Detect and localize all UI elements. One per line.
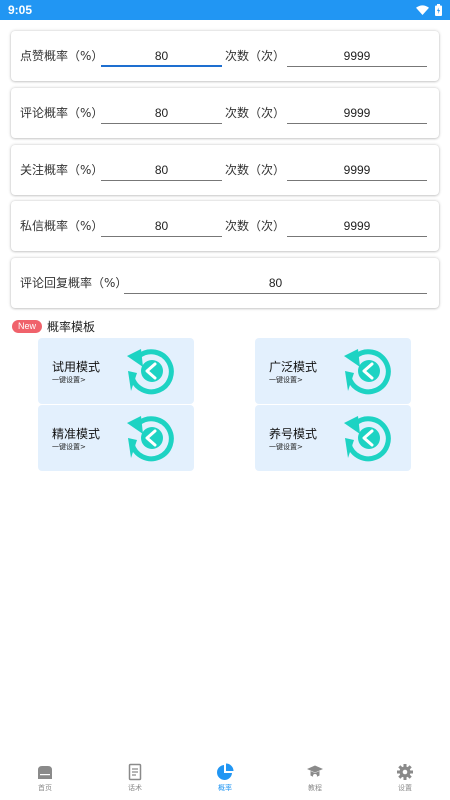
- reply-rate-card: 评论回复概率（%） 80: [11, 258, 439, 308]
- message-rate-card: 私信概率（%） 80 次数（次） 9999: [11, 201, 439, 251]
- one-click-setup-link[interactable]: 一键设置>: [52, 375, 86, 385]
- template-card-trial[interactable]: 试用模式 一键设置>: [38, 338, 194, 404]
- follow-count-input[interactable]: 9999: [287, 160, 427, 181]
- template-card-broad[interactable]: 广泛模式 一键设置>: [255, 338, 411, 404]
- message-rate-label: 私信概率（%）: [20, 219, 104, 233]
- one-click-setup-link[interactable]: 一键设置>: [52, 442, 86, 452]
- home-icon: [38, 766, 52, 779]
- history-icon: [127, 416, 174, 462]
- one-click-setup-link[interactable]: 一键设置>: [269, 375, 303, 385]
- nav-item-settings[interactable]: 设置: [375, 763, 435, 793]
- new-badge: New: [12, 319, 43, 333]
- nav-label: 教程: [308, 784, 322, 792]
- nav-label: 设置: [398, 784, 412, 792]
- template-card-nurture[interactable]: 养号模式 一键设置>: [255, 405, 411, 471]
- nav-item-probability[interactable]: 概率: [195, 763, 255, 793]
- wifi-icon: [416, 5, 429, 15]
- pie-chart-icon: [217, 763, 234, 780]
- template-card-precise[interactable]: 精准模式 一键设置>: [38, 405, 194, 471]
- status-icons: [416, 4, 442, 16]
- follow-count-label: 次数（次）: [225, 163, 286, 177]
- template-section-header: New 概率模板: [12, 318, 95, 334]
- template-name: 试用模式: [52, 360, 101, 374]
- nav-label: 概率: [218, 784, 232, 792]
- status-bar: 9:05: [0, 0, 450, 20]
- comment-count-label: 次数（次）: [225, 106, 286, 120]
- reply-rate-input[interactable]: 80: [124, 273, 427, 294]
- comment-rate-input[interactable]: 80: [101, 103, 222, 124]
- nav-label: 话术: [128, 784, 142, 792]
- template-name: 精准模式: [52, 427, 101, 441]
- template-section-title: 概率模板: [47, 319, 96, 334]
- message-rate-input[interactable]: 80: [101, 216, 222, 237]
- nav-item-home[interactable]: 首页: [15, 763, 75, 793]
- like-count-input[interactable]: 9999: [287, 46, 427, 67]
- gear-icon: [397, 764, 413, 780]
- like-rate-input[interactable]: 80: [101, 46, 222, 67]
- document-icon: [128, 763, 142, 781]
- status-time: 9:05: [8, 3, 33, 17]
- template-name: 养号模式: [269, 427, 318, 441]
- history-icon: [344, 349, 391, 395]
- nav-item-tutorial[interactable]: 教程: [285, 763, 345, 793]
- history-icon: [127, 349, 174, 395]
- history-icon: [344, 416, 391, 462]
- follow-rate-input[interactable]: 80: [101, 160, 222, 181]
- follow-rate-label: 关注概率（%）: [20, 163, 104, 177]
- follow-rate-card: 关注概率（%） 80 次数（次） 9999: [11, 145, 439, 195]
- bottom-nav: 首页 话术 概率 教程 设置: [0, 758, 450, 800]
- nav-item-scripts[interactable]: 话术: [105, 763, 165, 793]
- like-count-label: 次数（次）: [225, 49, 286, 63]
- like-rate-card: 点赞概率（%） 80 次数（次） 9999: [11, 31, 439, 81]
- comment-rate-label: 评论概率（%）: [20, 106, 104, 120]
- reply-rate-label: 评论回复概率（%）: [20, 276, 128, 290]
- message-count-label: 次数（次）: [225, 219, 286, 233]
- template-name: 广泛模式: [269, 360, 318, 374]
- comment-count-input[interactable]: 9999: [287, 103, 427, 124]
- one-click-setup-link[interactable]: 一键设置>: [269, 442, 303, 452]
- comment-rate-card: 评论概率（%） 80 次数（次） 9999: [11, 88, 439, 138]
- like-rate-label: 点赞概率（%）: [20, 49, 104, 63]
- nav-label: 首页: [38, 784, 52, 792]
- graduation-cap-icon: [307, 765, 323, 778]
- battery-icon: [435, 4, 442, 16]
- message-count-input[interactable]: 9999: [287, 216, 427, 237]
